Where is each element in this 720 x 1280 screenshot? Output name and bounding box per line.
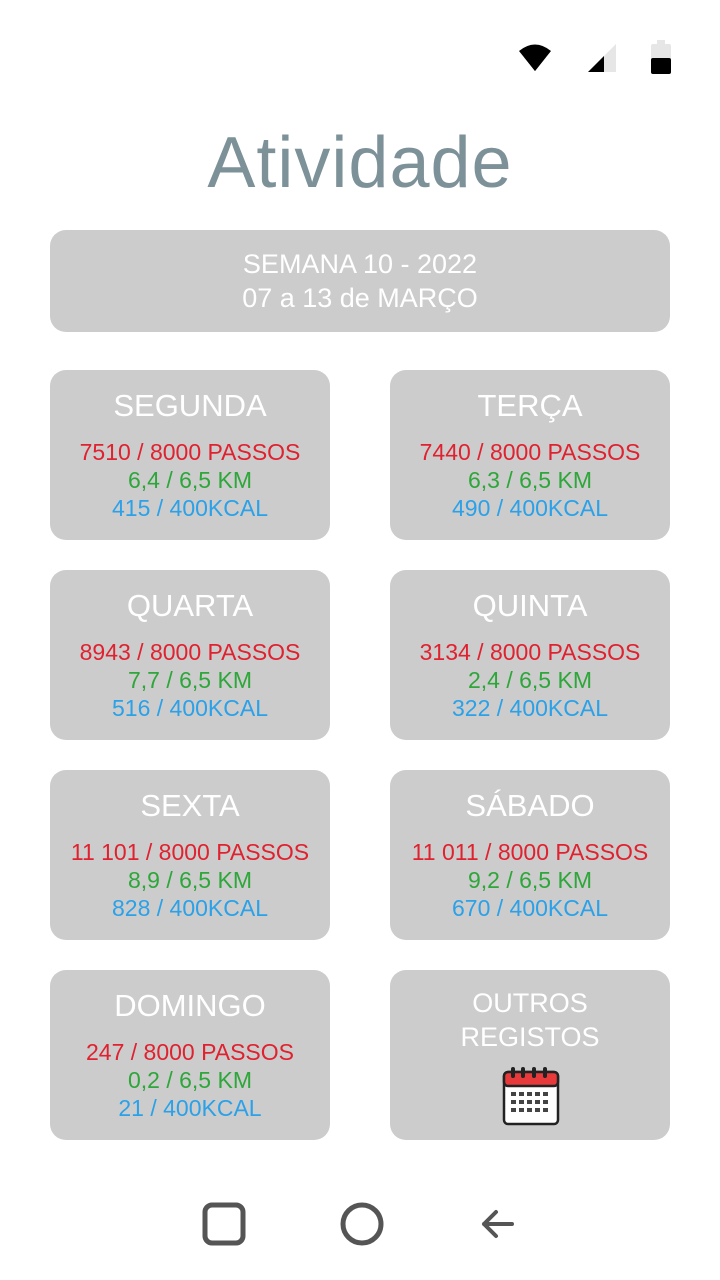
status-bar xyxy=(518,40,672,74)
calendar-icon xyxy=(502,1067,560,1126)
week-number: SEMANA 10 - 2022 xyxy=(242,249,478,279)
day-name: SEGUNDA xyxy=(113,388,267,423)
steps-value: 11 101 / 8000 PASSOS xyxy=(70,839,310,865)
steps-value: 247 / 8000 PASSOS xyxy=(86,1039,294,1065)
distance-value: 2,4 / 6,5 KM xyxy=(467,667,592,693)
distance-value: 6,3 / 6,5 KM xyxy=(467,467,592,493)
back-icon[interactable] xyxy=(474,1200,522,1248)
calories-value: 322 / 400KCAL xyxy=(451,695,608,721)
distance-value: 8,9 / 6,5 KM xyxy=(127,867,252,893)
day-card-quarta[interactable]: QUARTA 8943 / 8000 PASSOS 7,7 / 6,5 KM 5… xyxy=(50,570,330,740)
day-card-sexta[interactable]: SEXTA 11 101 / 8000 PASSOS 8,9 / 6,5 KM … xyxy=(50,770,330,940)
week-card[interactable]: SEMANA 10 - 2022 07 a 13 de MARÇO xyxy=(50,230,670,332)
wifi-icon xyxy=(519,44,551,71)
steps-value: 7510 / 8000 PASSOS xyxy=(79,439,301,465)
steps-value: 7440 / 8000 PASSOS xyxy=(419,439,641,465)
calories-value: 21 / 400KCAL xyxy=(118,1095,262,1121)
distance-value: 9,2 / 6,5 KM xyxy=(467,867,592,893)
calories-value: 490 / 400KCAL xyxy=(451,495,608,521)
signal-icon xyxy=(588,44,616,72)
day-card-quinta[interactable]: QUINTA 3134 / 8000 PASSOS 2,4 / 6,5 KM 3… xyxy=(390,570,670,740)
day-name: TERÇA xyxy=(477,388,583,423)
day-name: DOMINGO xyxy=(114,988,266,1023)
day-name: SÁBADO xyxy=(465,788,595,823)
page-title: Atividade xyxy=(207,123,513,203)
calories-value: 415 / 400KCAL xyxy=(111,495,268,521)
steps-value: 8943 / 8000 PASSOS xyxy=(79,639,301,665)
day-card-segunda[interactable]: SEGUNDA 7510 / 8000 PASSOS 6,4 / 6,5 KM … xyxy=(50,370,330,540)
distance-value: 7,7 / 6,5 KM xyxy=(127,667,252,693)
steps-value: 11 011 / 8000 PASSOS xyxy=(411,839,649,865)
calories-value: 516 / 400KCAL xyxy=(111,695,268,721)
steps-value: 3134 / 8000 PASSOS xyxy=(419,639,641,665)
day-name: QUINTA xyxy=(472,588,588,623)
day-name: QUARTA xyxy=(126,588,254,623)
home-icon[interactable] xyxy=(338,1200,386,1248)
navigation-bar xyxy=(0,1200,720,1250)
recents-icon[interactable] xyxy=(200,1200,248,1248)
distance-value: 0,2 / 6,5 KM xyxy=(127,1067,252,1093)
other-records-button[interactable]: OUTROS REGISTOS xyxy=(390,970,670,1140)
other-records-label-1: OUTROS xyxy=(472,988,588,1018)
calories-value: 828 / 400KCAL xyxy=(111,895,268,921)
week-dates: 07 a 13 de MARÇO xyxy=(242,283,478,313)
battery-icon xyxy=(651,40,671,74)
day-name: SEXTA xyxy=(140,788,240,823)
day-card-domingo[interactable]: DOMINGO 247 / 8000 PASSOS 0,2 / 6,5 KM 2… xyxy=(50,970,330,1140)
day-card-terca[interactable]: TERÇA 7440 / 8000 PASSOS 6,3 / 6,5 KM 49… xyxy=(390,370,670,540)
other-records-label-2: REGISTOS xyxy=(460,1022,600,1052)
calories-value: 670 / 400KCAL xyxy=(451,895,608,921)
distance-value: 6,4 / 6,5 KM xyxy=(127,467,252,493)
day-card-sabado[interactable]: SÁBADO 11 011 / 8000 PASSOS 9,2 / 6,5 KM… xyxy=(390,770,670,940)
